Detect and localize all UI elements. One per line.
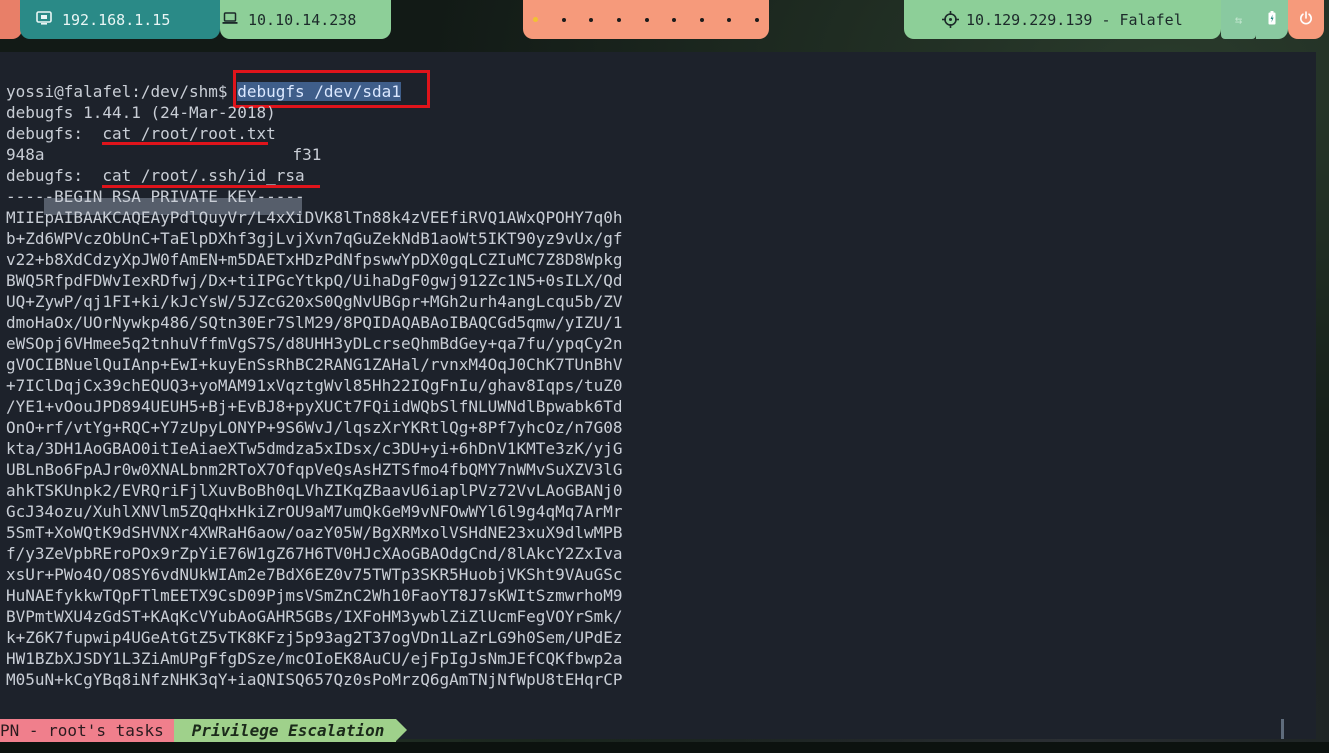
- ethernet-widget[interactable]: ⇆: [1221, 0, 1256, 39]
- workspace-dot-8[interactable]: [727, 17, 732, 22]
- monitor-icon: [36, 10, 62, 29]
- local-ip-widget[interactable]: 192.168.1.15: [20, 0, 220, 39]
- workspace-dot-2[interactable]: [561, 17, 566, 22]
- key-line-4: BWQ5RfpdFDWvIexRDfwj/Dx+tiIPGcYtkpQ/Uiha…: [6, 271, 623, 290]
- term-line-2: debugfs: cat /root/root.txt: [6, 124, 276, 143]
- key-line-17: f/y3ZeVpbREroPOx9rZpYiE76W1gZ67H6TV0HJcX…: [6, 544, 623, 563]
- top-bar: 192.168.1.15 10.10.14.238 10.129.229.139…: [0, 0, 1329, 40]
- key-line-19: HuNAEfykkwTQpFTlmEETX9CsD09PjmsVSmZnC2Wh…: [6, 586, 623, 605]
- key-line-13: UBLnBo6FpAJr0w0XNALbnm2RToX7OfqpVeQsAsHZ…: [6, 460, 623, 479]
- ethernet-icon: ⇆: [1234, 12, 1243, 27]
- key-line-15: GcJ34ozu/XuhlXNVlm5ZQqHxHkiZrOU9aM7umQkG…: [6, 502, 623, 521]
- term-line-4: debugfs: cat /root/.ssh/id_rsa: [6, 166, 305, 185]
- shell-prompt: yossi@falafel:/dev/shm$: [6, 82, 238, 101]
- bottom-strip: [0, 742, 1329, 753]
- left-edge-tab[interactable]: [0, 0, 22, 39]
- key-line-16: 5SmT+XoWQtK9dSHVNXr4XWRaH6aow/oazY05W/Bg…: [6, 523, 623, 542]
- key-line-20: BVPmtWXU4zGdST+KAqKcVYubAoGAHR5GBs/IXFoH…: [6, 607, 623, 626]
- key-line-21: k+Z6K7fupwip4UGeAtGtZ5vTK8KFzj5p93ag2T37…: [6, 628, 623, 647]
- target-widget[interactable]: 10.129.229.139 - Falafel: [904, 0, 1221, 39]
- key-line-6: dmoHaOx/UOrNywkp486/SQtn30Er7SlM29/8PQID…: [6, 313, 623, 332]
- key-line-22: HW1BZbXJSDY1L3ZiAmUPgFfgDSze/mcOIoEK8AuC…: [6, 649, 623, 668]
- hash-suffix: f31: [292, 145, 322, 164]
- workspace-dot-1[interactable]: [533, 17, 538, 22]
- terminal-scrollbar[interactable]: [1281, 719, 1284, 739]
- workspace-dot-4[interactable]: [616, 17, 621, 22]
- status-session[interactable]: PN - root's tasks: [0, 719, 184, 742]
- battery-widget[interactable]: [1256, 0, 1288, 39]
- key-line-11: OnO+rf/vtYg+RQC+Y7zUpyLONYP+9S6WvJ/lqszX…: [6, 418, 623, 437]
- hash-prefix: 948a: [6, 145, 45, 164]
- workspace-dot-5[interactable]: [644, 17, 649, 22]
- key-line-1: MIIEpAIBAAKCAQEAyPdlQuyVr/L4xXiDVK8lTn88…: [6, 208, 623, 227]
- workspace-dot-9[interactable]: [755, 17, 759, 22]
- battery-icon: [1268, 10, 1276, 29]
- key-line-2: b+Zd6WPVczObUnC+TaElpDXhf3gjLvjXvn7qGuZe…: [6, 229, 623, 248]
- power-icon: [1299, 10, 1313, 29]
- key-line-10: /YE1+vOouJPD894UEUH5+Bj+EvBJ8+pyXUCt7FQi…: [6, 397, 623, 416]
- terminal-window[interactable]: yossi@falafel:/dev/shm$ debugfs /dev/sda…: [0, 52, 1316, 739]
- term-line-1: debugfs 1.44.1 (24-Mar-2018): [6, 103, 276, 122]
- local-ip-text: 192.168.1.15: [62, 10, 171, 29]
- workspace-dot-6[interactable]: [672, 17, 677, 22]
- key-line-14: ahkTSKUnpk2/EVRQriFjlXuvBoBh0qLVhZIKqZBa…: [6, 481, 623, 500]
- key-line-7: eWSOpj6VHmee5q2tnhuVffmVgS7S/d8UHH3yDLcr…: [6, 334, 623, 353]
- key-line-8: gVOCIBNuelQuIAnp+EwI+kuyEnSsRhBC2RANG1ZA…: [6, 355, 623, 374]
- key-line-5: UQ+ZywP/qj1FI+ki/kJcYsW/5JZcG20xS0QgNvUB…: [6, 292, 623, 311]
- power-widget[interactable]: [1288, 0, 1324, 39]
- status-window[interactable]: Privilege Escalation: [173, 719, 408, 742]
- tmux-status-bar: PN - root's tasks Privilege Escalation: [0, 719, 408, 742]
- vpn-ip-text: 10.10.14.238: [248, 10, 357, 29]
- key-line-23: M05uN+kCgYBq8iNfzNHK3qY+iaQNISQ657Qz0sPo…: [6, 670, 623, 689]
- target-text: 10.129.229.139 - Falafel: [966, 10, 1183, 29]
- workspace-dot-7[interactable]: [699, 17, 704, 22]
- key-line-12: kta/3DH1AoGBAO0itIeAiaeXTw5dmdza5xIDsx/c…: [6, 439, 623, 458]
- laptop-icon: [220, 11, 248, 29]
- key-line-18: xsUr+PWo4O/O8SY6vdNUkWIAm2e7BdX6EZ0v75TW…: [6, 565, 623, 584]
- workspace-dot-3[interactable]: [589, 17, 594, 22]
- vpn-ip-widget[interactable]: 10.10.14.238: [220, 0, 391, 39]
- key-line-9: +7IClDqjCx39chEQUQ3+yoMAM91xVqztgWvl85Hh…: [6, 376, 623, 395]
- term-line-5: -----BEGIN RSA PRIVATE KEY-----: [6, 187, 305, 206]
- key-line-3: v22+b8XdCdzyXpJW0fAmEN+m5DAETxHDzPdNfpsw…: [6, 250, 623, 269]
- crosshair-icon: [942, 11, 959, 32]
- term-line-hash: 948a f31: [6, 144, 321, 165]
- workspace-switcher[interactable]: [523, 0, 769, 39]
